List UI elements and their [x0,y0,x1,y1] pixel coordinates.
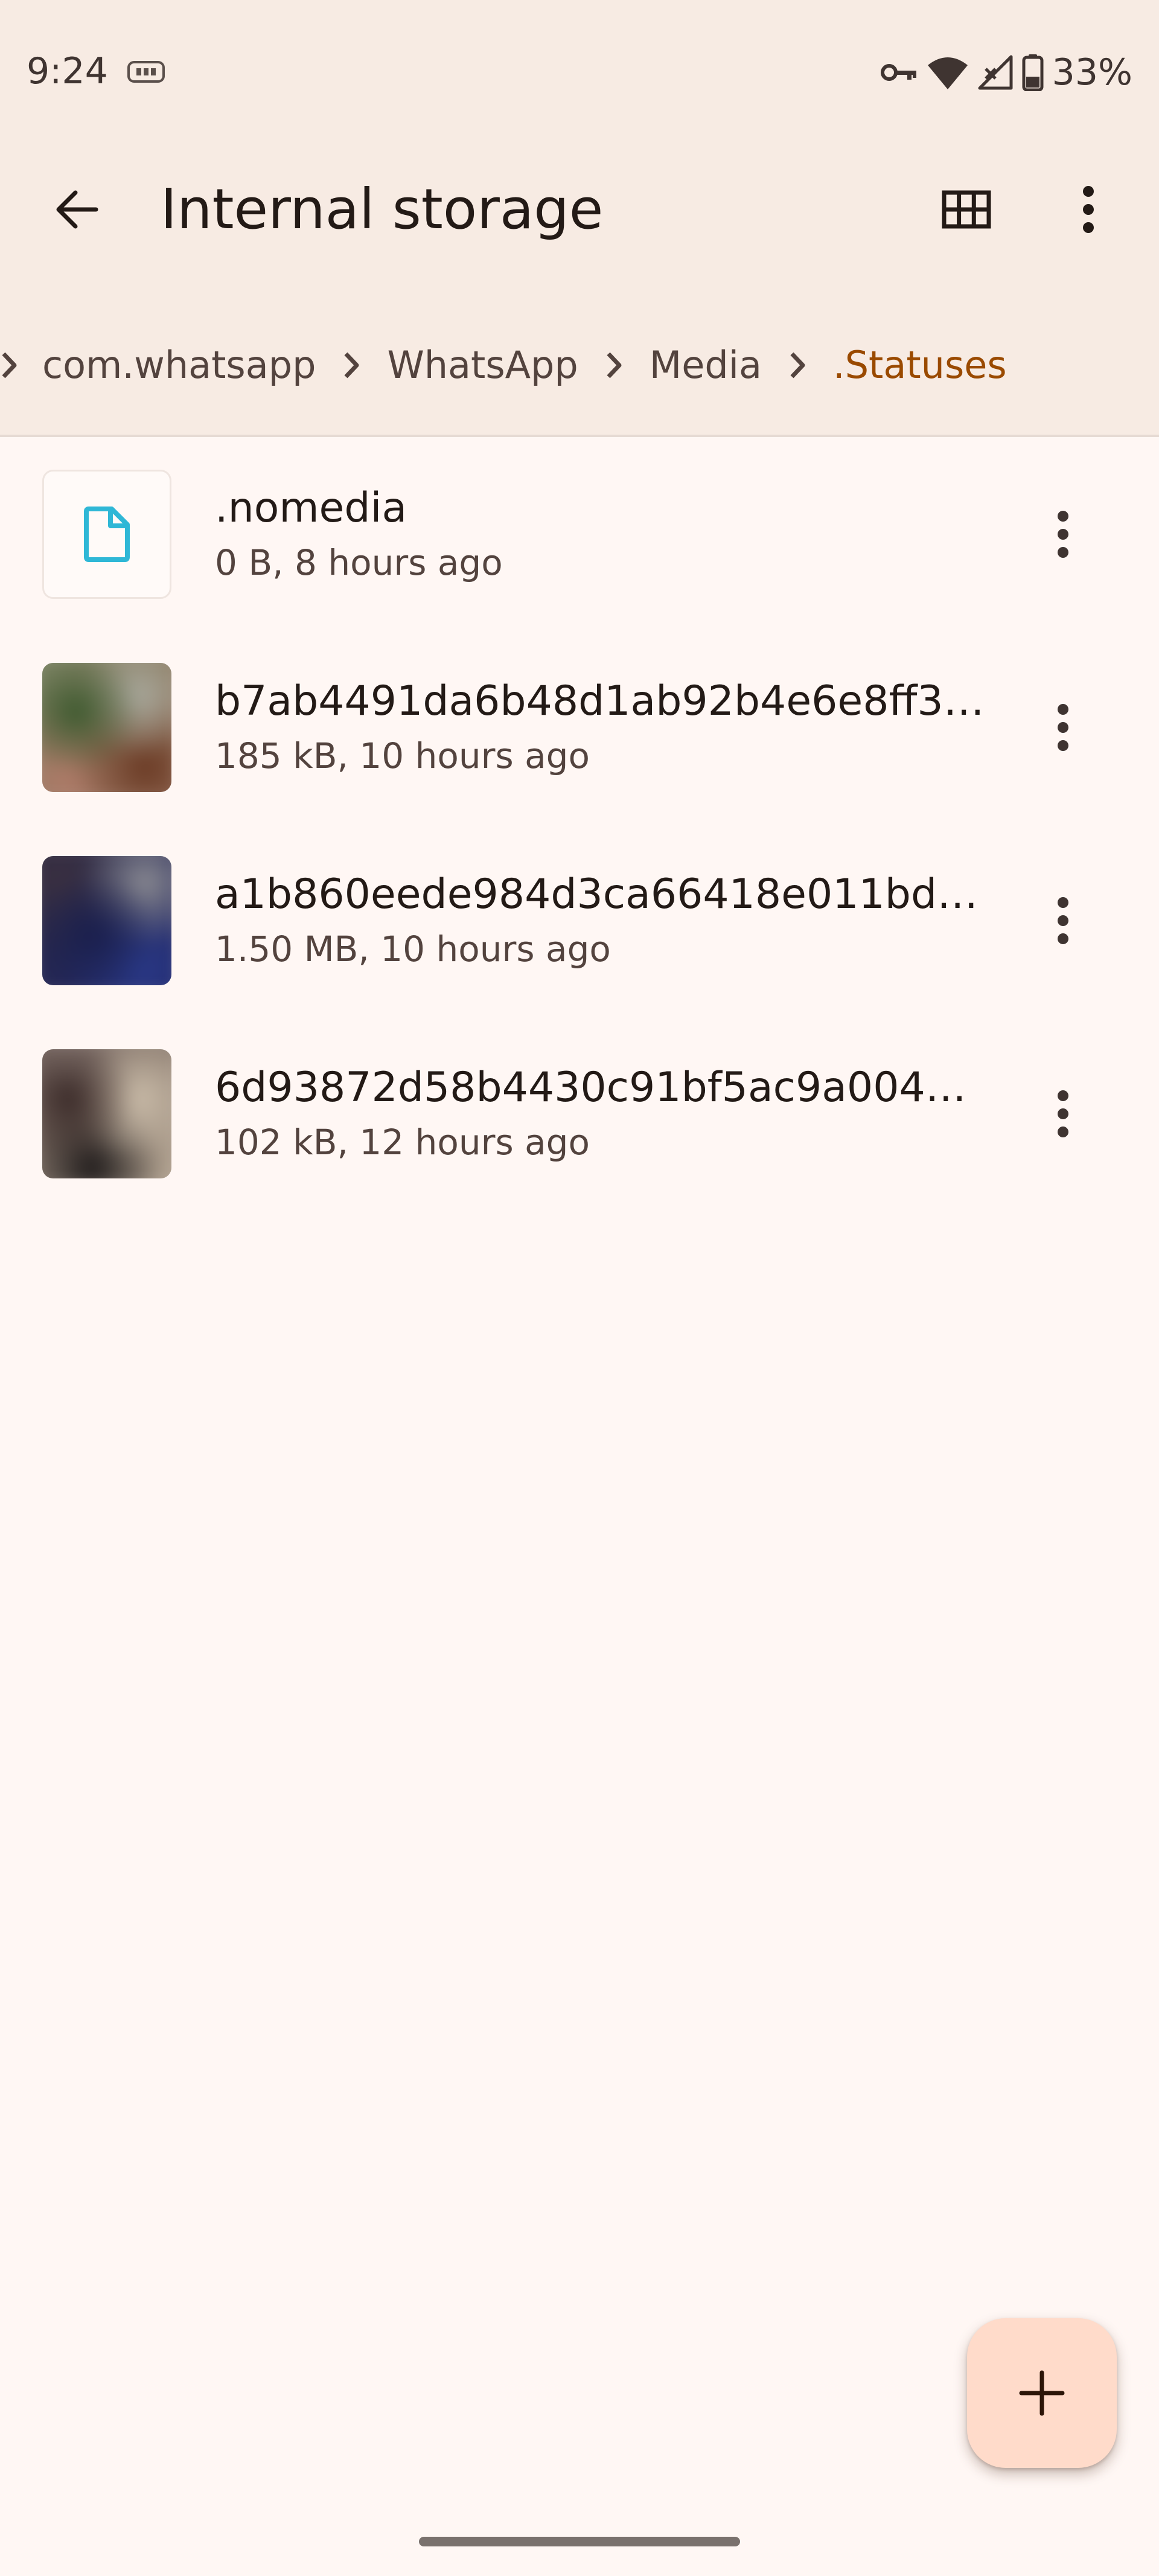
arrow-back-icon [56,190,98,229]
breadcrumb-item-com-whatsapp[interactable]: com.whatsapp [30,341,330,389]
create-new-button[interactable] [967,2318,1117,2468]
battery-percent: 33% [1052,51,1132,94]
more-vert-icon [1083,186,1094,233]
chevron-right-icon [776,341,819,389]
grid-view-icon [942,190,991,229]
wifi-icon [927,57,968,89]
file-meta: 0 B, 8 hours ago [215,542,503,583]
add-icon [1019,2370,1065,2416]
file-more-button[interactable] [1023,1073,1103,1154]
document-icon [84,507,130,562]
file-name: 6d93872d58b4430c91bf5ac9a0041a7... [215,1064,988,1111]
chevron-right-icon [593,341,635,389]
more-options-button[interactable] [1048,169,1129,250]
file-more-button[interactable] [1023,880,1103,961]
chevron-right-icon [330,341,372,389]
breadcrumb: com.whatsapp WhatsApp Media .Statuses [0,326,1159,404]
breadcrumb-item-whatsapp[interactable]: WhatsApp [372,341,592,389]
chevron-right-icon [0,341,30,389]
cellular-signal-icon [978,55,1013,90]
sim-card-icon [127,61,165,83]
file-more-button[interactable] [1023,494,1103,575]
status-time: 9:24 [27,50,108,92]
file-name: a1b860eede984d3ca66418e011bd3e9... [215,871,988,918]
battery-icon [1022,54,1044,91]
file-row[interactable]: b7ab4491da6b48d1ab92b4e6e8ff30b... 185 k… [0,633,1159,826]
image-thumbnail [42,663,171,792]
image-thumbnail [42,856,171,985]
file-meta: 185 kB, 10 hours ago [215,735,590,776]
grid-view-button[interactable] [926,169,1007,250]
more-vert-icon [1058,511,1068,558]
file-row[interactable]: 6d93872d58b4430c91bf5ac9a0041a7... 102 k… [0,1019,1159,1212]
file-more-button[interactable] [1023,687,1103,768]
image-thumbnail [42,1049,171,1178]
more-vert-icon [1058,1090,1068,1137]
screen: 9:24 33% Internal storage com.whatsapp W… [0,0,1159,2576]
breadcrumb-item-media[interactable]: Media [635,341,776,389]
status-icons: 33% [880,51,1132,94]
page-title: Internal storage [161,177,604,241]
top-app-bar: Internal storage [0,145,1159,274]
more-vert-icon [1058,897,1068,944]
file-name: b7ab4491da6b48d1ab92b4e6e8ff30b... [215,677,988,725]
back-button[interactable] [36,169,117,250]
file-row[interactable]: .nomedia 0 B, 8 hours ago [0,439,1159,633]
file-name: .nomedia [215,484,407,532]
gesture-navigation-bar[interactable] [419,2537,740,2546]
status-bar: 9:24 33% [0,0,1159,145]
file-thumbnail [42,470,171,599]
header: 9:24 33% Internal storage com.whatsapp W… [0,0,1159,437]
breadcrumb-item-statuses[interactable]: .Statuses [819,341,1021,389]
vpn-key-icon [880,64,916,81]
file-meta: 102 kB, 12 hours ago [215,1122,590,1163]
file-meta: 1.50 MB, 10 hours ago [215,928,611,970]
file-list: .nomedia 0 B, 8 hours ago b7ab4491da6b48… [0,439,1159,1212]
file-row[interactable]: a1b860eede984d3ca66418e011bd3e9... 1.50 … [0,826,1159,1019]
more-vert-icon [1058,704,1068,751]
